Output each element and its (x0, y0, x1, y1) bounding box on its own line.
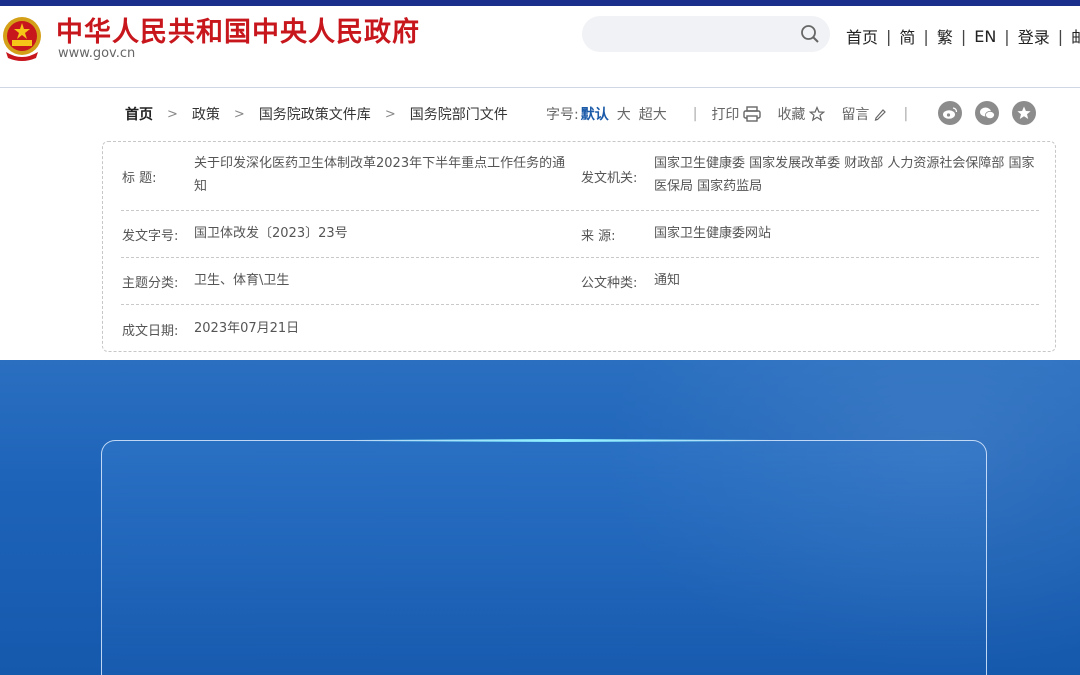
print-label: 打印 (711, 107, 740, 123)
font-size-large[interactable]: 大 (617, 104, 631, 124)
nav-separator: | (1057, 26, 1064, 46)
content-frame (101, 439, 987, 675)
wechat-icon[interactable] (975, 101, 999, 125)
nav-login[interactable]: 登录 (1018, 24, 1050, 48)
site-domain: www.gov.cn (58, 46, 136, 61)
tools-separator: | (692, 106, 698, 122)
date-value: 2023年07月21日 (194, 321, 300, 336)
nav-traditional[interactable]: 繁 (937, 24, 953, 48)
date-label: 成文日期: (122, 324, 179, 339)
article-tools: 字号: 默认 大 超大 | 打印 收藏 留言 | (546, 104, 908, 124)
nav-english[interactable]: EN (974, 27, 996, 46)
font-size-label: 字号: (546, 107, 579, 123)
breadcrumb-policy-library[interactable]: 国务院政策文件库 (259, 104, 371, 124)
comment-button[interactable]: 留言 (841, 104, 887, 124)
doc-number-label: 发文字号: (122, 229, 179, 244)
nav-separator: | (960, 26, 967, 46)
breadcrumb-department-docs[interactable]: 国务院部门文件 (410, 104, 508, 124)
tools-separator: | (903, 106, 909, 122)
category-label: 主题分类: (122, 276, 179, 291)
category-value: 卫生、体育\卫生 (194, 273, 290, 288)
info-row-date: 成文日期: 2023年07月21日 (121, 305, 1039, 351)
issuer-label: 发文机关: (581, 171, 638, 186)
doc-type-value: 通知 (654, 273, 681, 288)
printer-icon (743, 106, 762, 122)
site-header: 中华人民共和国中央人民政府 www.gov.cn 首页 | 简 | 繁 | EN… (0, 6, 1080, 88)
star-outline-icon (809, 106, 826, 122)
search-input[interactable] (582, 16, 830, 52)
doc-number-value: 国卫体改发〔2023〕23号 (194, 226, 348, 241)
issuer-value: 国家卫生健康委 国家发展改革委 财政部 人力资源社会保障部 国家医保局 国家药监… (654, 156, 1035, 194)
nav-mail[interactable]: 邮 (1071, 24, 1080, 48)
breadcrumb-home[interactable]: 首页 (125, 104, 153, 124)
search-icon[interactable] (800, 24, 820, 44)
source-label: 来 源: (581, 229, 616, 244)
info-row-title: 标 题: 关于印发深化医药卫生体制改革2023年下半年重点工作任务的通知 发文机… (121, 142, 1039, 211)
nav-simplified[interactable]: 简 (899, 24, 915, 48)
chevron-right-icon: > (233, 106, 245, 122)
comment-label: 留言 (841, 107, 870, 123)
weibo-icon[interactable] (938, 101, 962, 125)
doc-type-label: 公文种类: (581, 276, 638, 291)
info-row-category: 主题分类: 卫生、体育\卫生 公文种类: 通知 (121, 258, 1039, 305)
breadcrumb-policy[interactable]: 政策 (192, 104, 220, 124)
national-emblem-icon[interactable] (0, 14, 44, 62)
title-label: 标 题: (122, 171, 157, 186)
print-button[interactable]: 打印 (711, 104, 762, 124)
favorite-button[interactable]: 收藏 (777, 104, 826, 124)
breadcrumb: 首页 > 政策 > 国务院政策文件库 > 国务院部门文件 (125, 104, 508, 124)
font-size-extra-large[interactable]: 超大 (639, 104, 667, 124)
breadcrumb-bar: 首页 > 政策 > 国务院政策文件库 > 国务院部门文件 字号: 默认 大 超大… (0, 100, 1080, 126)
site-title[interactable]: 中华人民共和国中央人民政府 (56, 10, 420, 49)
top-nav: 首页 | 简 | 繁 | EN | 登录 | 邮 (846, 24, 1080, 48)
favorite-star-icon[interactable] (1012, 101, 1036, 125)
social-share (938, 101, 1049, 125)
font-size-default[interactable]: 默认 (581, 104, 609, 124)
source-value: 国家卫生健康委网站 (654, 226, 772, 241)
chevron-right-icon: > (167, 106, 178, 122)
nav-separator: | (1004, 26, 1010, 46)
chevron-right-icon: > (384, 106, 396, 122)
info-row-doc-number: 发文字号: 国卫体改发〔2023〕23号 来 源: 国家卫生健康委网站 (121, 211, 1039, 258)
nav-separator: | (886, 26, 892, 46)
nav-home[interactable]: 首页 (846, 24, 878, 48)
favorite-label: 收藏 (777, 107, 806, 123)
nav-separator: | (923, 26, 929, 46)
document-info-panel: 标 题: 关于印发深化医药卫生体制改革2023年下半年重点工作任务的通知 发文机… (102, 141, 1056, 352)
pencil-icon (875, 109, 887, 121)
frame-highlight (352, 439, 772, 442)
content-banner (0, 360, 1080, 675)
document-title: 关于印发深化医药卫生体制改革2023年下半年重点工作任务的通知 (194, 156, 566, 194)
